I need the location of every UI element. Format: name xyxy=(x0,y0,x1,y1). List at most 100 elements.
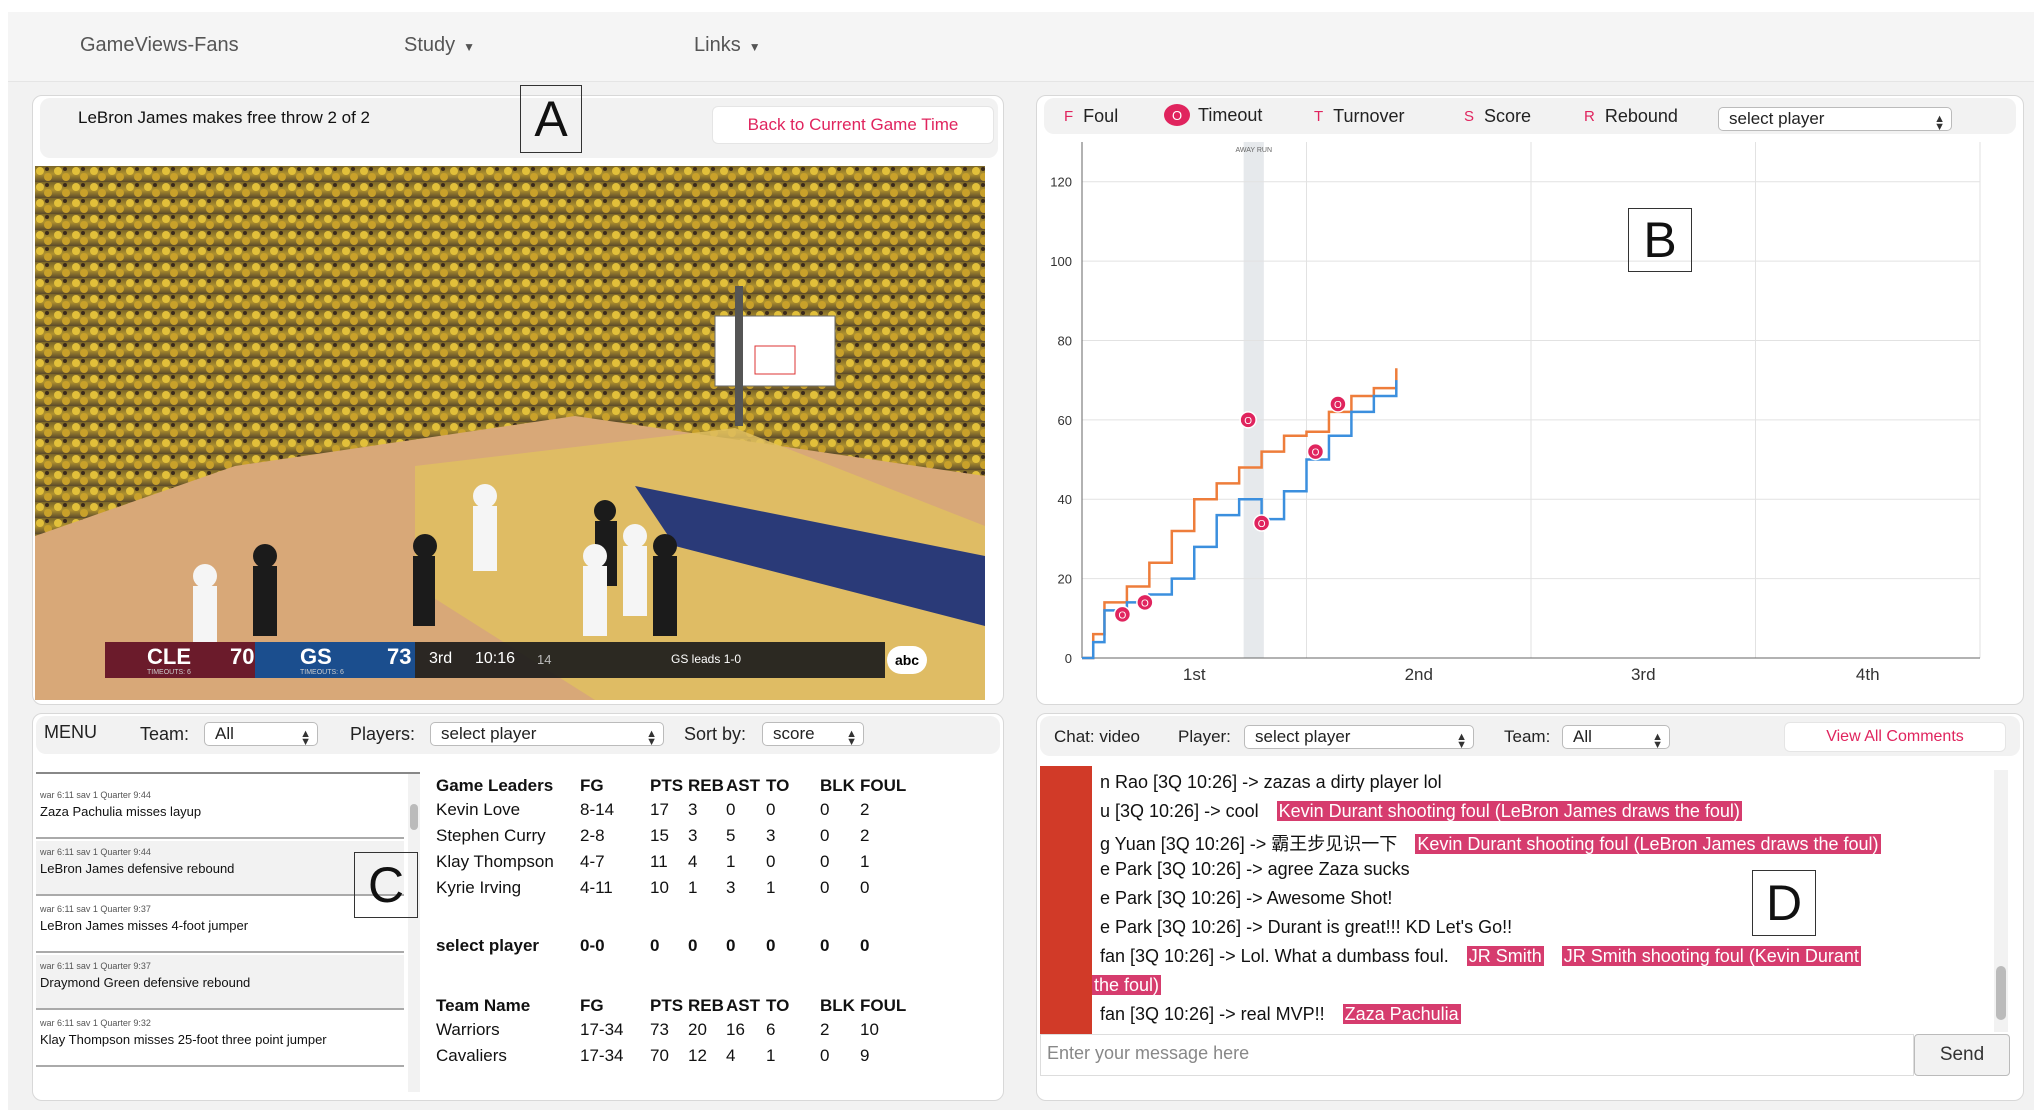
leaders-header-cell: PTS xyxy=(650,776,684,795)
leaders-row-cell: 0 xyxy=(726,800,736,819)
leaders-header-cell: FG xyxy=(580,776,604,795)
leaders-row-cell: 2 xyxy=(860,826,870,845)
y-tick-label: 100 xyxy=(1050,254,1072,269)
select-arrows-icon: ▲ ▼ xyxy=(846,728,857,748)
annotation-label-d: D xyxy=(1752,870,1816,936)
leaders-row-cell: 3 xyxy=(766,826,776,845)
legend-timeout[interactable]: O Timeout xyxy=(1164,104,1262,126)
sort-select[interactable]: score ▲ ▼ xyxy=(762,722,864,748)
leaders-row-cell: 1 xyxy=(688,878,698,897)
leaders-row-cell: 2-8 xyxy=(580,826,605,845)
chat-team-select[interactable]: All ▲ ▼ xyxy=(1562,725,1670,751)
chat-scrollbar-thumb[interactable] xyxy=(1996,966,2006,1020)
top-navbar: GameViews-Fans Study ▼ Links ▼ xyxy=(8,12,2034,82)
view-all-comments-button[interactable]: View All Comments xyxy=(1784,722,2006,752)
team-select[interactable]: All ▲ ▼ xyxy=(204,722,318,748)
leaders-row-cell: 0 xyxy=(820,800,830,819)
leaders-row-cell: 0 xyxy=(766,852,776,871)
leaders-row-cell: 3 xyxy=(688,826,698,845)
leaders-row-cell: 0 xyxy=(766,800,776,819)
list-item[interactable]: war 6:11 sav 1 Quarter 9:32 Klay Thompson… xyxy=(36,1012,404,1067)
event-tag[interactable]: JR Smith xyxy=(1466,946,1544,966)
menu-label[interactable]: MENU xyxy=(44,722,97,743)
team-row-cell: 70 xyxy=(650,1046,669,1065)
message-input[interactable]: Enter your message here xyxy=(1040,1034,1914,1076)
event-tag[interactable]: JR Smith shooting foul (Kevin Durant xyxy=(1561,946,1861,966)
leaders-row-cell: Klay Thompson xyxy=(436,852,554,871)
chat-messages[interactable]: n Rao [3Q 10:26] -> zazas a dirty player… xyxy=(1040,766,2000,1036)
chat-message-text: u [3Q 10:26] -> cool xyxy=(1100,801,1259,821)
back-to-current-time-button[interactable]: Back to Current Game Time xyxy=(712,106,994,144)
legend-rebound[interactable]: R Rebound xyxy=(1584,106,1678,127)
timeout-marker-label: O xyxy=(1141,598,1149,609)
scrollbar-thumb[interactable] xyxy=(410,804,418,830)
chat-scrollbar-track[interactable] xyxy=(1994,770,2008,1032)
chat-player-label: Player: xyxy=(1178,727,1231,746)
select-arrows-icon: ▲ ▼ xyxy=(1934,113,1945,133)
players-select[interactable]: select player ▲ ▼ xyxy=(430,722,664,748)
team-row-cell: 4 xyxy=(726,1046,736,1065)
chevron-down-icon: ▼ xyxy=(748,40,761,54)
leaders-row-cell: 0 xyxy=(820,826,830,845)
y-tick-label: 120 xyxy=(1050,175,1072,190)
chat-message: e Park [3Q 10:26] -> Awesome Shot! xyxy=(1100,888,1392,914)
leaders-row-cell: 5 xyxy=(726,826,736,845)
y-tick-label: 80 xyxy=(1058,333,1072,348)
selected-player-row-cell: 0-0 xyxy=(580,936,605,955)
leaders-row-cell: 4-7 xyxy=(580,852,605,871)
scrollbar-track[interactable] xyxy=(408,774,420,1092)
leaders-row-cell: 1 xyxy=(766,878,776,897)
brand-link[interactable]: GameViews-Fans xyxy=(80,34,239,57)
leaders-header-cell: REB xyxy=(688,776,724,795)
event-text: LeBron James makes free throw 2 of 2 xyxy=(78,108,370,127)
event-tag[interactable]: the foul) xyxy=(1092,975,1162,995)
team-header-cell: PTS xyxy=(650,996,684,1015)
video-player[interactable]: CLE 70 GS 73 TIMEOUTS: 6 TIMEOUTS: 6 3rd… xyxy=(35,166,985,700)
quarter: 3rd xyxy=(429,650,453,667)
y-tick-label: 0 xyxy=(1065,651,1072,666)
legend-foul[interactable]: F Foul xyxy=(1064,106,1118,127)
event-tag[interactable]: Kevin Durant shooting foul (LeBron James… xyxy=(1276,801,1742,821)
list-item[interactable]: war 6:11 sav 1 Quarter 9:44 Zaza Pachulia… xyxy=(36,784,404,839)
chat-player-select[interactable]: select player ▲ ▼ xyxy=(1244,725,1474,751)
leaders-row-cell: 0 xyxy=(820,852,830,871)
team-row-cell: 20 xyxy=(688,1020,707,1039)
timeout-marker-label: O xyxy=(1312,448,1320,459)
study-menu[interactable]: Study ▼ xyxy=(404,34,475,57)
chat-message: n Rao [3Q 10:26] -> zazas a dirty player… xyxy=(1100,772,1442,798)
score-timeline-chart[interactable]: AWAY RUN 0 20 40 60 80 100 120 1st 2nd 3rd 4th O O O O O… xyxy=(1036,136,2024,696)
leaders-row-cell: 0 xyxy=(820,878,830,897)
leaders-row-cell: 4-11 xyxy=(580,878,613,897)
leaders-row-cell: 1 xyxy=(726,852,736,871)
timeline-player-select[interactable]: select player ▲ ▼ xyxy=(1718,107,1952,133)
chat-message-text: n Rao [3Q 10:26] -> zazas a dirty player… xyxy=(1100,772,1442,792)
annotation-label-c: C xyxy=(354,852,418,918)
links-menu[interactable]: Links ▼ xyxy=(694,34,761,57)
event-tag[interactable]: Kevin Durant shooting foul (LeBron James… xyxy=(1415,834,1881,854)
play-by-play-list[interactable]: war 6:11 sav 1 Quarter 9:44 Zaza Pachulia… xyxy=(36,772,420,1092)
team-row-cell: 10 xyxy=(860,1020,879,1039)
home-team-abbr: GS xyxy=(300,644,332,669)
home-score: 73 xyxy=(387,644,412,669)
list-item[interactable]: war 6:11 sav 1 Quarter 9:37 Draymond Gree… xyxy=(36,955,404,1010)
timeout-icon: O xyxy=(1164,104,1190,126)
network-logo: abc xyxy=(887,646,927,674)
chat-message-text: fan [3Q 10:26] -> Lol. What a dumbass fo… xyxy=(1100,946,1449,966)
selected-player-row-cell: 0 xyxy=(650,936,660,955)
send-button[interactable]: Send xyxy=(1914,1034,2010,1076)
leaders-row-cell: 17 xyxy=(650,800,669,819)
away-team-abbr: CLE xyxy=(147,644,191,669)
team-row-cell: 12 xyxy=(688,1046,707,1065)
list-item[interactable]: war 6:11 sav 1 Quarter 9:44 LeBron James … xyxy=(36,841,404,896)
event-tag[interactable]: Zaza Pachulia xyxy=(1342,1004,1461,1024)
legend-score[interactable]: S Score xyxy=(1464,106,1531,127)
away-run-band xyxy=(1243,142,1264,658)
series-status: GS leads 1-0 xyxy=(671,652,742,666)
team-header-cell: FG xyxy=(580,996,604,1015)
chat-message: e Park [3Q 10:26] -> Durant is great!!! … xyxy=(1100,917,1512,943)
team-row-cell: Cavaliers xyxy=(436,1046,507,1065)
away-run-label: AWAY RUN xyxy=(1235,147,1272,154)
list-item[interactable]: war 6:11 sav 1 Quarter 9:37 LeBron James … xyxy=(36,898,404,953)
chat-team-label: Team: xyxy=(1504,727,1551,746)
legend-turnover[interactable]: T Turnover xyxy=(1314,106,1405,127)
